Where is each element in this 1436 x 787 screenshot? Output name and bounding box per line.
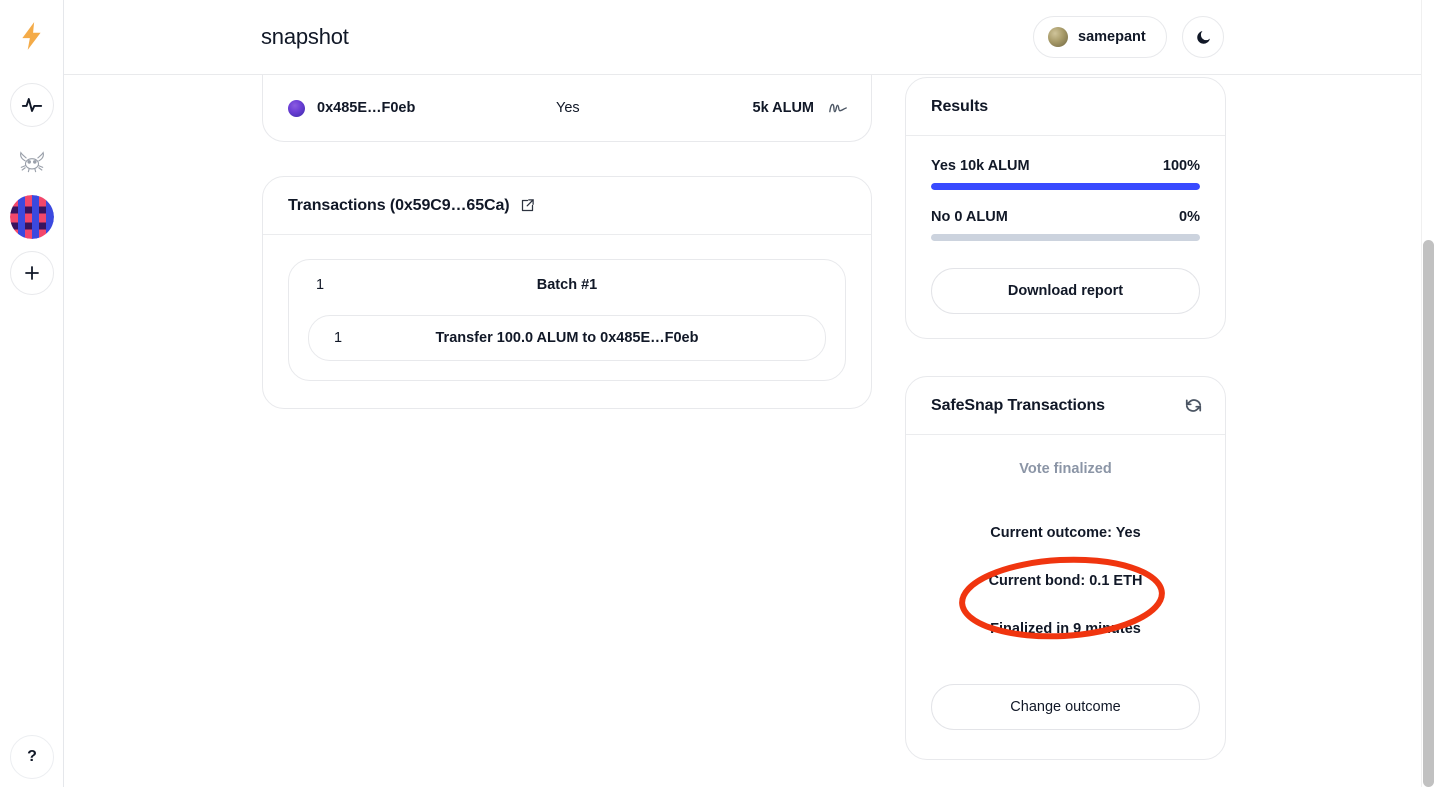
vote-voter[interactable]: 0x485E…F0eb [288,99,416,117]
vote-choice: Yes [556,100,580,116]
app-root: ? snapshot samepant 0x485E…F0eb Yes 5k A… [0,0,1436,787]
left-icon-rail: ? [0,0,64,787]
transactions-card-header: Transactions (0x59C9…65Ca) [263,177,871,235]
vote-row[interactable]: 0x485E…F0eb Yes 5k ALUM [263,75,871,141]
sidebar-item-create-space[interactable] [9,251,54,295]
result-bar-no [931,234,1200,241]
signature-icon [829,103,847,113]
safesnap-card-body: Vote finalized Current outcome: Yes Curr… [906,435,1225,759]
result-percent-yes: 100% [1162,158,1200,174]
main-content: 0x485E…F0eb Yes 5k ALUM Transactions (0x… [64,75,1424,787]
vote-signature-button[interactable] [827,99,849,117]
safesnap-refresh-button[interactable] [1184,396,1203,415]
external-link-icon [521,199,534,212]
change-outcome-button[interactable]: Change outcome [931,684,1200,730]
sidebar-item-crab-space[interactable] [9,139,54,183]
transactions-card: Transactions (0x59C9…65Ca) 1 Batch #1 1 … [262,176,872,409]
page-scrollbar[interactable] [1421,0,1436,787]
results-card-body: Yes 10k ALUM 100% No 0 ALUM 0% Download … [906,136,1225,338]
results-title: Results [931,97,989,115]
page-title: snapshot [261,24,349,49]
help-button[interactable]: ? [10,735,54,779]
plus-icon [24,266,39,280]
sidebar-column: Results Yes 10k ALUM 100% No 0 ALUM 0% D… [905,77,1226,760]
safesnap-status: Vote finalized [1019,461,1112,477]
pulse-icon [21,98,42,112]
result-row-no: No 0 ALUM 0% [931,209,1200,225]
transaction-label: Transfer 100.0 ALUM to 0x485E…F0eb [435,330,699,346]
result-label-yes: Yes 10k ALUM [931,158,1030,174]
sidebar-item-alum-space[interactable] [9,195,54,239]
download-report-button[interactable]: Download report [931,268,1200,314]
results-card-header: Results [906,78,1225,136]
batch-title: Batch #1 [536,277,598,293]
avatar [1048,27,1068,47]
votes-card: 0x485E…F0eb Yes 5k ALUM [262,75,872,142]
top-bar: snapshot samepant [64,0,1436,75]
voter-avatar [288,99,305,117]
result-bar-yes [931,183,1200,190]
safesnap-card: SafeSnap Transactions Vote finalized Cur… [905,376,1226,760]
safesnap-bond: Current bond: 0.1 ETH [988,573,1143,589]
result-percent-no: 0% [1179,209,1200,225]
user-menu-button[interactable]: samepant [1033,16,1167,58]
transactions-external-link-button[interactable] [520,198,535,213]
safesnap-finalized: Finalized in 9 minutes [990,621,1141,637]
transactions-card-body: 1 Batch #1 1 Transfer 100.0 ALUM to 0x48… [263,235,871,408]
blockie-avatar [9,195,54,239]
result-label-no: No 0 ALUM [931,209,1008,225]
help-label: ? [27,748,37,765]
theme-toggle-button[interactable] [1182,16,1224,58]
safesnap-title: SafeSnap Transactions [931,396,1105,414]
crab-icon [19,151,44,173]
result-row-yes: Yes 10k ALUM 100% [931,158,1200,174]
results-card: Results Yes 10k ALUM 100% No 0 ALUM 0% D… [905,77,1226,339]
transactions-title: Transactions (0x59C9…65Ca) [288,196,510,214]
vote-power: 5k ALUM [752,100,815,116]
scrollbar-thumb[interactable] [1423,240,1434,787]
refresh-icon [1185,399,1202,412]
transaction-item[interactable]: 1 Transfer 100.0 ALUM to 0x485E…F0eb [308,315,826,361]
voter-address: 0x485E…F0eb [317,100,416,116]
batch-header: 1 Batch #1 [308,277,826,301]
batch-box[interactable]: 1 Batch #1 1 Transfer 100.0 ALUM to 0x48… [288,259,846,381]
sidebar-item-activity[interactable] [9,83,54,127]
app-logo[interactable] [12,16,52,56]
result-bar-fill-yes [931,183,1200,190]
safesnap-outcome: Current outcome: Yes [990,525,1141,541]
proposal-column: 0x485E…F0eb Yes 5k ALUM Transactions (0x… [262,75,872,409]
lightning-bolt-icon [21,22,41,50]
user-name-label: samepant [1078,29,1146,45]
moon-icon [1196,30,1210,44]
rail-item-list [9,83,54,295]
safesnap-card-header: SafeSnap Transactions [906,377,1225,435]
